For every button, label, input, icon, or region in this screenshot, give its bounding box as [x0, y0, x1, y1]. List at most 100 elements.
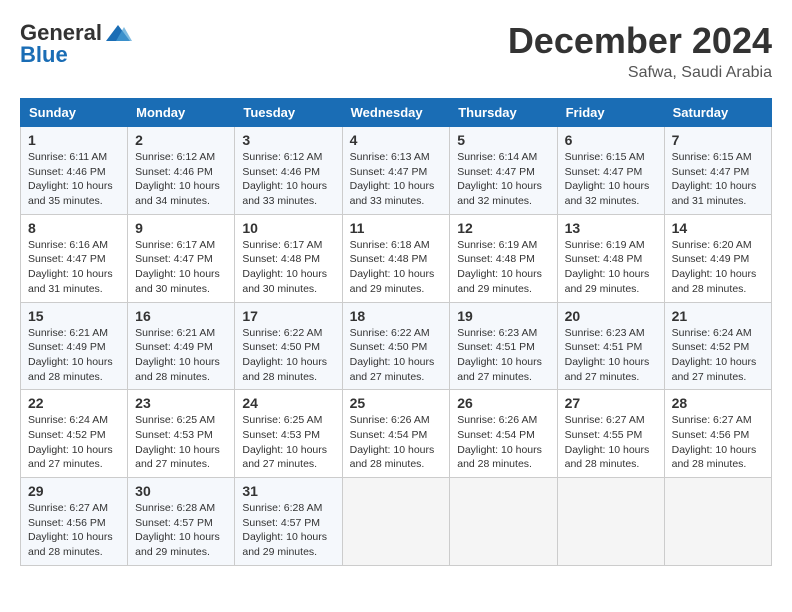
col-monday: Monday [128, 99, 235, 127]
day-22: 22 Sunrise: 6:24 AM Sunset: 4:52 PM Dayl… [21, 390, 128, 478]
day-number: 27 [565, 395, 657, 411]
day-number: 16 [135, 308, 227, 324]
day-6: 6 Sunrise: 6:15 AM Sunset: 4:47 PM Dayli… [557, 127, 664, 215]
calendar-header-row: Sunday Monday Tuesday Wednesday Thursday… [21, 99, 772, 127]
day-number: 15 [28, 308, 120, 324]
day-number: 6 [565, 132, 657, 148]
col-saturday: Saturday [664, 99, 771, 127]
location-subtitle: Safwa, Saudi Arabia [508, 64, 772, 82]
empty-cell [342, 478, 450, 566]
col-thursday: Thursday [450, 99, 557, 127]
day-24: 24 Sunrise: 6:25 AM Sunset: 4:53 PM Dayl… [235, 390, 342, 478]
day-1: 1 Sunrise: 6:11 AM Sunset: 4:46 PM Dayli… [21, 127, 128, 215]
day-10: 10 Sunrise: 6:17 AM Sunset: 4:48 PM Dayl… [235, 214, 342, 302]
day-info: Sunrise: 6:26 AM Sunset: 4:54 PM Dayligh… [350, 413, 443, 472]
day-info: Sunrise: 6:16 AM Sunset: 4:47 PM Dayligh… [28, 238, 120, 297]
week-row-2: 8 Sunrise: 6:16 AM Sunset: 4:47 PM Dayli… [21, 214, 772, 302]
day-12: 12 Sunrise: 6:19 AM Sunset: 4:48 PM Dayl… [450, 214, 557, 302]
day-number: 26 [457, 395, 549, 411]
day-5: 5 Sunrise: 6:14 AM Sunset: 4:47 PM Dayli… [450, 127, 557, 215]
day-info: Sunrise: 6:18 AM Sunset: 4:48 PM Dayligh… [350, 238, 443, 297]
day-31: 31 Sunrise: 6:28 AM Sunset: 4:57 PM Dayl… [235, 478, 342, 566]
day-26: 26 Sunrise: 6:26 AM Sunset: 4:54 PM Dayl… [450, 390, 557, 478]
day-28: 28 Sunrise: 6:27 AM Sunset: 4:56 PM Dayl… [664, 390, 771, 478]
day-number: 28 [672, 395, 764, 411]
day-25: 25 Sunrise: 6:26 AM Sunset: 4:54 PM Dayl… [342, 390, 450, 478]
week-row-1: 1 Sunrise: 6:11 AM Sunset: 4:46 PM Dayli… [21, 127, 772, 215]
day-23: 23 Sunrise: 6:25 AM Sunset: 4:53 PM Dayl… [128, 390, 235, 478]
day-19: 19 Sunrise: 6:23 AM Sunset: 4:51 PM Dayl… [450, 302, 557, 390]
empty-cell [664, 478, 771, 566]
day-info: Sunrise: 6:21 AM Sunset: 4:49 PM Dayligh… [135, 326, 227, 385]
month-title: December 2024 [508, 20, 772, 62]
day-info: Sunrise: 6:13 AM Sunset: 4:47 PM Dayligh… [350, 150, 443, 209]
empty-cell [557, 478, 664, 566]
day-number: 2 [135, 132, 227, 148]
day-info: Sunrise: 6:20 AM Sunset: 4:49 PM Dayligh… [672, 238, 764, 297]
day-21: 21 Sunrise: 6:24 AM Sunset: 4:52 PM Dayl… [664, 302, 771, 390]
day-number: 19 [457, 308, 549, 324]
day-number: 4 [350, 132, 443, 148]
day-number: 31 [242, 483, 334, 499]
day-number: 10 [242, 220, 334, 236]
day-info: Sunrise: 6:17 AM Sunset: 4:47 PM Dayligh… [135, 238, 227, 297]
day-29: 29 Sunrise: 6:27 AM Sunset: 4:56 PM Dayl… [21, 478, 128, 566]
day-info: Sunrise: 6:14 AM Sunset: 4:47 PM Dayligh… [457, 150, 549, 209]
day-20: 20 Sunrise: 6:23 AM Sunset: 4:51 PM Dayl… [557, 302, 664, 390]
day-info: Sunrise: 6:26 AM Sunset: 4:54 PM Dayligh… [457, 413, 549, 472]
day-number: 8 [28, 220, 120, 236]
week-row-3: 15 Sunrise: 6:21 AM Sunset: 4:49 PM Dayl… [21, 302, 772, 390]
day-number: 25 [350, 395, 443, 411]
day-number: 23 [135, 395, 227, 411]
day-number: 9 [135, 220, 227, 236]
day-11: 11 Sunrise: 6:18 AM Sunset: 4:48 PM Dayl… [342, 214, 450, 302]
day-14: 14 Sunrise: 6:20 AM Sunset: 4:49 PM Dayl… [664, 214, 771, 302]
day-number: 30 [135, 483, 227, 499]
week-row-4: 22 Sunrise: 6:24 AM Sunset: 4:52 PM Dayl… [21, 390, 772, 478]
day-7: 7 Sunrise: 6:15 AM Sunset: 4:47 PM Dayli… [664, 127, 771, 215]
calendar-table: Sunday Monday Tuesday Wednesday Thursday… [20, 98, 772, 566]
day-number: 12 [457, 220, 549, 236]
day-9: 9 Sunrise: 6:17 AM Sunset: 4:47 PM Dayli… [128, 214, 235, 302]
day-number: 14 [672, 220, 764, 236]
day-number: 21 [672, 308, 764, 324]
day-info: Sunrise: 6:24 AM Sunset: 4:52 PM Dayligh… [672, 326, 764, 385]
day-17: 17 Sunrise: 6:22 AM Sunset: 4:50 PM Dayl… [235, 302, 342, 390]
title-block: December 2024 Safwa, Saudi Arabia [508, 20, 772, 82]
col-friday: Friday [557, 99, 664, 127]
col-wednesday: Wednesday [342, 99, 450, 127]
day-info: Sunrise: 6:23 AM Sunset: 4:51 PM Dayligh… [565, 326, 657, 385]
day-30: 30 Sunrise: 6:28 AM Sunset: 4:57 PM Dayl… [128, 478, 235, 566]
day-3: 3 Sunrise: 6:12 AM Sunset: 4:46 PM Dayli… [235, 127, 342, 215]
day-info: Sunrise: 6:28 AM Sunset: 4:57 PM Dayligh… [242, 501, 334, 560]
day-number: 18 [350, 308, 443, 324]
day-info: Sunrise: 6:15 AM Sunset: 4:47 PM Dayligh… [565, 150, 657, 209]
day-info: Sunrise: 6:17 AM Sunset: 4:48 PM Dayligh… [242, 238, 334, 297]
day-number: 22 [28, 395, 120, 411]
day-number: 17 [242, 308, 334, 324]
day-18: 18 Sunrise: 6:22 AM Sunset: 4:50 PM Dayl… [342, 302, 450, 390]
day-info: Sunrise: 6:25 AM Sunset: 4:53 PM Dayligh… [242, 413, 334, 472]
day-number: 7 [672, 132, 764, 148]
day-number: 24 [242, 395, 334, 411]
day-info: Sunrise: 6:11 AM Sunset: 4:46 PM Dayligh… [28, 150, 120, 209]
col-sunday: Sunday [21, 99, 128, 127]
day-15: 15 Sunrise: 6:21 AM Sunset: 4:49 PM Dayl… [21, 302, 128, 390]
logo-icon [104, 23, 132, 43]
day-8: 8 Sunrise: 6:16 AM Sunset: 4:47 PM Dayli… [21, 214, 128, 302]
day-info: Sunrise: 6:21 AM Sunset: 4:49 PM Dayligh… [28, 326, 120, 385]
day-13: 13 Sunrise: 6:19 AM Sunset: 4:48 PM Dayl… [557, 214, 664, 302]
day-info: Sunrise: 6:12 AM Sunset: 4:46 PM Dayligh… [242, 150, 334, 209]
day-info: Sunrise: 6:22 AM Sunset: 4:50 PM Dayligh… [242, 326, 334, 385]
logo: General Blue [20, 20, 132, 68]
day-info: Sunrise: 6:19 AM Sunset: 4:48 PM Dayligh… [565, 238, 657, 297]
day-info: Sunrise: 6:12 AM Sunset: 4:46 PM Dayligh… [135, 150, 227, 209]
day-number: 1 [28, 132, 120, 148]
day-2: 2 Sunrise: 6:12 AM Sunset: 4:46 PM Dayli… [128, 127, 235, 215]
empty-cell [450, 478, 557, 566]
day-info: Sunrise: 6:22 AM Sunset: 4:50 PM Dayligh… [350, 326, 443, 385]
day-info: Sunrise: 6:25 AM Sunset: 4:53 PM Dayligh… [135, 413, 227, 472]
week-row-5: 29 Sunrise: 6:27 AM Sunset: 4:56 PM Dayl… [21, 478, 772, 566]
day-info: Sunrise: 6:27 AM Sunset: 4:56 PM Dayligh… [28, 501, 120, 560]
day-number: 11 [350, 220, 443, 236]
